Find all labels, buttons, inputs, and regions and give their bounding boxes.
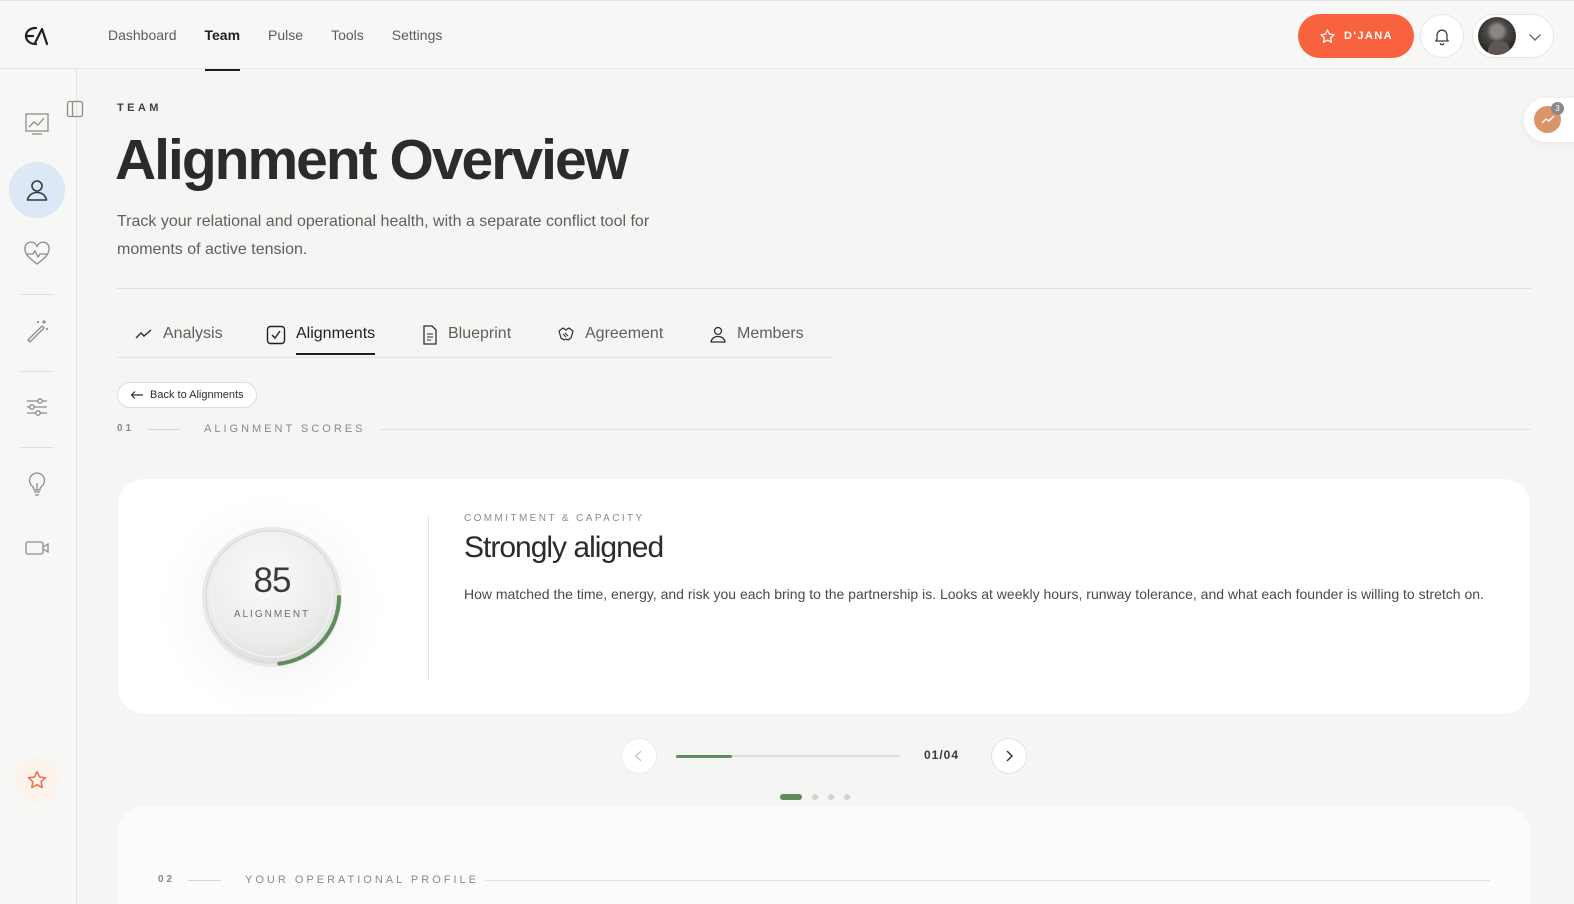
- carousel-dots: [780, 794, 850, 800]
- tab-analysis[interactable]: Analysis: [135, 319, 223, 358]
- section-label: YOUR OPERATIONAL PROFILE: [245, 874, 479, 886]
- tab-label: Agreement: [585, 325, 664, 342]
- user-button-label: D'JANA: [1344, 30, 1393, 42]
- carousel-dot[interactable]: [844, 794, 850, 800]
- score-category: COMMITMENT & CAPACITY: [464, 513, 645, 524]
- back-button-label: Back to Alignments: [150, 389, 244, 401]
- section-number: 01: [117, 423, 135, 434]
- tab-blueprint[interactable]: Blueprint: [422, 319, 511, 358]
- main-nav: Dashboard Team Pulse Tools Settings: [108, 1, 470, 71]
- tab-members[interactable]: Members: [709, 319, 804, 358]
- card-divider: [428, 515, 429, 681]
- sidebar-item-tools[interactable]: [9, 303, 65, 359]
- carousel-progress-fill: [676, 754, 732, 758]
- tab-label: Blueprint: [448, 325, 512, 342]
- carousel-progress-track: [676, 754, 900, 758]
- tab-label: Alignments: [296, 325, 376, 355]
- sidebar-divider: [21, 294, 53, 295]
- chevron-left-icon: [635, 750, 642, 762]
- sidebar-toggle-icon[interactable]: [66, 100, 84, 118]
- alignment-score-value: 85: [253, 561, 292, 600]
- video-icon: [25, 541, 49, 555]
- star-icon: [1320, 28, 1335, 43]
- carousel-counter: 01/04: [924, 748, 960, 762]
- sidebar-item-pulse[interactable]: [9, 226, 65, 282]
- alignment-score-card: 85 ALIGNMENT COMMITMENT & CAPACITY Stron…: [118, 479, 1530, 714]
- score-title: Strongly aligned: [464, 531, 664, 564]
- sidebar-item-ideas[interactable]: [9, 456, 65, 512]
- chart-line-icon: [25, 113, 49, 135]
- nav-pulse[interactable]: Pulse: [268, 1, 303, 70]
- section-rule: [188, 880, 221, 881]
- tab-alignments[interactable]: Alignments: [266, 319, 376, 358]
- nav-settings[interactable]: Settings: [392, 1, 443, 70]
- sidebar-divider: [21, 371, 53, 372]
- section-rule: [485, 880, 1490, 881]
- section-number: 02: [158, 874, 176, 885]
- user-icon: [26, 180, 48, 201]
- nav-dashboard[interactable]: Dashboard: [108, 1, 177, 70]
- carousel-pager: 01/04: [621, 738, 1027, 774]
- star-icon: [27, 770, 47, 789]
- section-header-operational-profile: 02 YOUR OPERATIONAL PROFILE: [158, 874, 1490, 888]
- next-button[interactable]: [991, 738, 1027, 774]
- carousel-dot[interactable]: [780, 794, 802, 800]
- sidebar-item-team[interactable]: [9, 162, 65, 218]
- profile-menu-button[interactable]: [1472, 14, 1554, 58]
- carousel-dot[interactable]: [828, 794, 834, 800]
- document-icon: [423, 325, 437, 345]
- alignment-score-label: ALIGNMENT: [233, 609, 311, 620]
- section-rule: [147, 429, 180, 430]
- divider: [117, 288, 1531, 289]
- page-eyebrow: TEAM: [117, 102, 162, 114]
- tab-bar: Analysis Alignments Blueprint Agreement …: [117, 319, 831, 358]
- favorites-button[interactable]: [14, 757, 60, 803]
- sidebar-item-analytics[interactable]: [9, 96, 65, 152]
- magic-wand-icon: [27, 320, 48, 343]
- arrow-left-icon: [130, 391, 143, 399]
- heart-pulse-icon: [24, 241, 50, 265]
- bell-icon: [1435, 29, 1449, 46]
- carousel-dot[interactable]: [812, 794, 818, 800]
- checkbox-icon: [266, 325, 286, 345]
- avatar: [1478, 17, 1516, 55]
- sidebar-item-video[interactable]: [9, 520, 65, 576]
- handshake-icon: [558, 327, 574, 341]
- chevron-down-icon: [1529, 34, 1541, 41]
- trend-icon: [135, 329, 152, 339]
- section-label: ALIGNMENT SCORES: [204, 423, 366, 435]
- previous-button[interactable]: [621, 738, 657, 774]
- sliders-icon: [27, 398, 47, 416]
- tab-label: Analysis: [163, 325, 223, 342]
- nav-team[interactable]: Team: [204, 1, 240, 71]
- lightbulb-icon: [28, 472, 46, 496]
- alignment-gauge: 85 ALIGNMENT: [158, 493, 386, 714]
- score-description: How matched the time, energy, and risk y…: [464, 586, 1484, 602]
- top-bar: Dashboard Team Pulse Tools Settings D'JA…: [0, 0, 1574, 71]
- section-header-alignment-scores: 01 ALIGNMENT SCORES: [117, 423, 1531, 437]
- sidebar: [0, 69, 77, 904]
- sidebar-item-settings[interactable]: [9, 379, 65, 435]
- notifications-button[interactable]: [1420, 14, 1464, 58]
- nav-tools[interactable]: Tools: [331, 1, 364, 70]
- trend-icon: [1541, 115, 1554, 123]
- section-rule: [380, 429, 1531, 430]
- app-logo-icon[interactable]: [18, 19, 54, 53]
- activity-count: 3: [1551, 102, 1564, 115]
- activity-badge[interactable]: 3: [1524, 98, 1574, 142]
- page-title: Alignment Overview: [115, 128, 629, 192]
- back-to-alignments-button[interactable]: Back to Alignments: [117, 382, 257, 408]
- operational-profile-card: 02 YOUR OPERATIONAL PROFILE: [118, 806, 1530, 904]
- tab-label: Members: [737, 325, 804, 342]
- user-button[interactable]: D'JANA: [1298, 14, 1414, 58]
- person-icon: [710, 326, 726, 343]
- tab-agreement[interactable]: Agreement: [557, 319, 663, 358]
- sidebar-divider: [21, 447, 53, 448]
- chevron-right-icon: [1006, 750, 1013, 762]
- page-subtitle: Track your relational and operational he…: [117, 213, 650, 258]
